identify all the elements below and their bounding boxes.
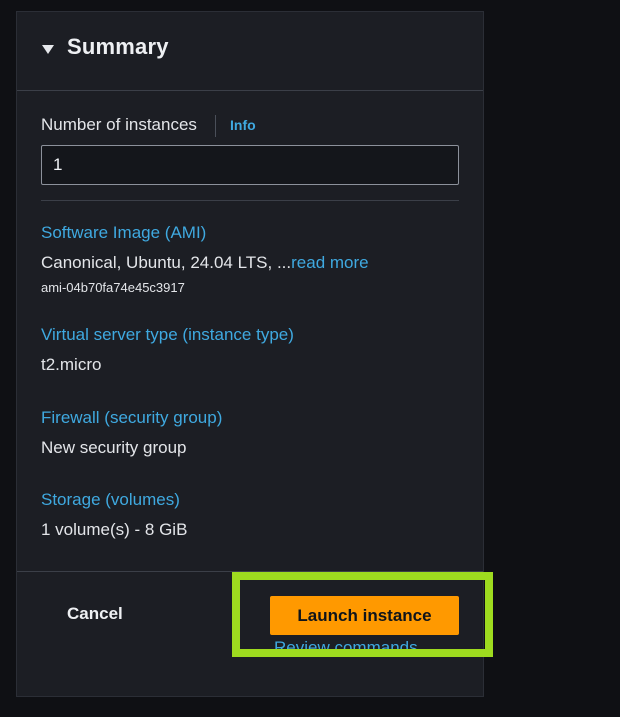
firewall-value: New security group <box>41 438 187 457</box>
info-link[interactable]: Info <box>230 117 256 133</box>
firewall-link[interactable]: Firewall (security group) <box>41 408 222 428</box>
summary-title: Summary <box>67 34 169 59</box>
software-image-value: Canonical, Ubuntu, 24.04 LTS, ...read mo… <box>41 253 369 273</box>
launch-instance-button[interactable]: Launch instance <box>270 596 459 635</box>
ami-id: ami-04b70fa74e45c3917 <box>41 280 185 295</box>
label-divider <box>215 115 216 137</box>
software-image-text: Canonical, Ubuntu, 24.04 LTS, ... <box>41 253 292 272</box>
storage-value: 1 volume(s) - 8 GiB <box>41 520 188 539</box>
summary-header[interactable]: Summary <box>17 12 483 91</box>
caret-down-icon[interactable] <box>42 45 54 54</box>
storage-link[interactable]: Storage (volumes) <box>41 490 180 510</box>
cancel-button[interactable]: Cancel <box>67 604 123 624</box>
software-image-link[interactable]: Software Image (AMI) <box>41 223 206 243</box>
read-more-link[interactable]: read more <box>291 253 368 272</box>
instance-type-value: t2.micro <box>41 355 102 374</box>
divider <box>41 200 459 201</box>
instance-type-link[interactable]: Virtual server type (instance type) <box>41 325 294 345</box>
number-of-instances-input[interactable] <box>41 145 459 185</box>
number-of-instances-label: Number of instances <box>41 115 197 134</box>
